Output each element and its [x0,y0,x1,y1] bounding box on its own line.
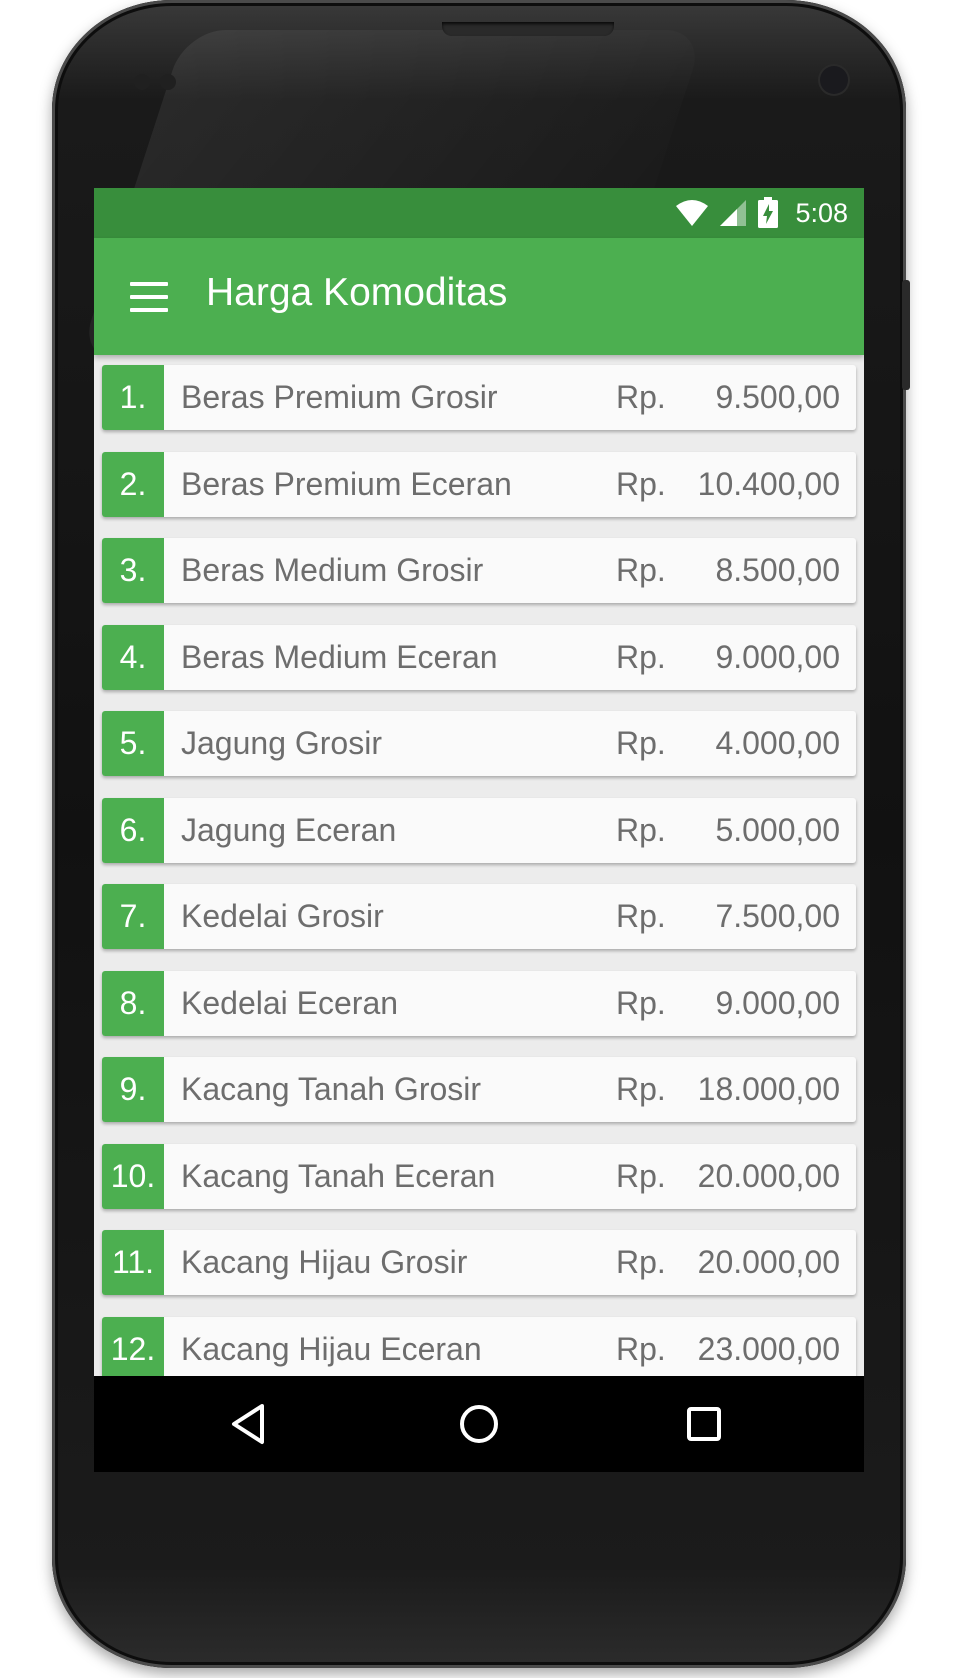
light-sensor [160,74,176,90]
item-number: 7. [102,884,164,949]
app-title: Harga Komoditas [206,271,508,314]
item-currency: Rp. [616,1071,666,1107]
item-currency: Rp. [616,638,666,675]
list-item[interactable]: 6. Jagung Eceran Rp. 5.000,00 [102,797,856,863]
home-icon[interactable] [449,1394,509,1454]
item-number: 6. [102,797,164,863]
item-price: 23.000,00 [697,1330,840,1367]
item-price: 20.000,00 [697,1244,840,1280]
item-currency: Rp. [616,1330,666,1367]
item-price: 4.000,00 [715,725,840,761]
item-price: 5.000,00 [715,811,840,848]
item-number: 3. [102,538,164,603]
list-item[interactable]: 3. Beras Medium Grosir Rp. 8.500,00 [102,538,856,603]
item-number: 11. [102,1230,164,1295]
navigation-bar [94,1376,864,1472]
item-currency: Rp. [616,811,666,848]
item-number: 1. [102,365,164,430]
item-currency: Rp. [616,984,666,1021]
status-bar: 5:08 [94,188,864,238]
list-item[interactable]: 9. Kacang Tanah Grosir Rp. 18.000,00 [102,1057,856,1122]
proximity-sensor [134,74,150,90]
item-currency: Rp. [616,1244,666,1280]
item-number: 10. [102,1143,164,1209]
item-price: 9.000,00 [715,638,840,675]
item-price: 9.000,00 [715,984,840,1021]
list-item[interactable]: 1. Beras Premium Grosir Rp. 9.500,00 [102,365,856,430]
item-number: 2. [102,451,164,517]
earpiece-speaker [442,22,614,36]
item-number: 4. [102,624,164,690]
status-time: 5:08 [795,197,848,228]
item-currency: Rp. [616,898,666,934]
item-price: 10.400,00 [697,465,840,502]
app-bar: Harga Komoditas [94,238,864,355]
item-price: 20.000,00 [697,1157,840,1194]
item-price: 18.000,00 [697,1071,840,1107]
item-currency: Rp. [616,1157,666,1194]
cell-signal-icon [720,200,747,226]
item-price: 7.500,00 [715,898,840,934]
item-number: 8. [102,970,164,1036]
item-currency: Rp. [616,465,666,502]
list-item[interactable]: 5. Jagung Grosir Rp. 4.000,00 [102,711,856,776]
status-icons: 5:08 [675,188,848,238]
back-icon[interactable] [218,1394,278,1454]
power-button [902,280,910,390]
menu-icon[interactable] [130,282,168,312]
item-number: 12. [102,1316,164,1382]
item-number: 5. [102,711,164,776]
device-screen: 5:08 Harga Komoditas 1. Beras Premium Gro… [94,188,864,1472]
list-item[interactable]: 12. Kacang Hijau Eceran Rp. 23.000,00 [102,1316,856,1382]
list-item[interactable]: 11. Kacang Hijau Grosir Rp. 20.000,00 [102,1230,856,1295]
list-item[interactable]: 8. Kedelai Eceran Rp. 9.000,00 [102,970,856,1036]
front-camera [820,66,848,94]
recents-icon[interactable] [674,1394,734,1454]
battery-charging-icon [758,197,779,228]
list-item[interactable]: 4. Beras Medium Eceran Rp. 9.000,00 [102,624,856,690]
item-price: 9.500,00 [715,379,840,415]
item-currency: Rp. [616,725,666,761]
item-currency: Rp. [616,379,666,415]
wifi-icon [676,200,709,226]
list-item[interactable]: 2. Beras Premium Eceran Rp. 10.400,00 [102,451,856,517]
list-item[interactable]: 7. Kedelai Grosir Rp. 7.500,00 [102,884,856,949]
item-price: 8.500,00 [715,552,840,588]
list-item[interactable]: 10. Kacang Tanah Eceran Rp. 20.000,00 [102,1143,856,1209]
item-currency: Rp. [616,552,666,588]
item-number: 9. [102,1057,164,1122]
